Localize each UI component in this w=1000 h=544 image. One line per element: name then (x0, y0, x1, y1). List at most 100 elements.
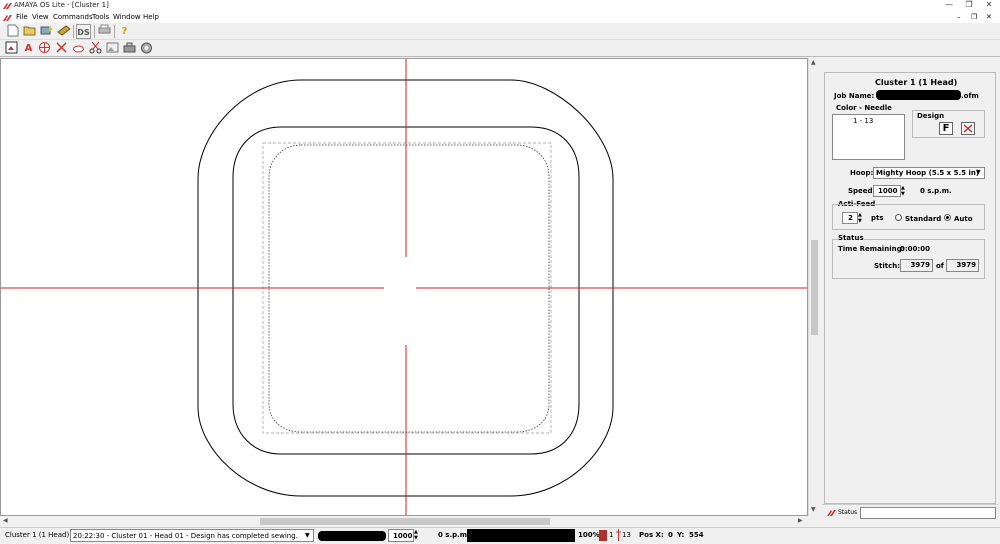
hoop-dropdown-icon[interactable]: ▼ (976, 169, 981, 176)
head-status-icon[interactable] (139, 41, 154, 56)
hoop-select[interactable]: Mighty Hoop (5.5 x 5.5 in) ▼ (873, 167, 985, 179)
actifeed-unit: pts (871, 214, 884, 222)
doc-restore-button[interactable]: ❐ (971, 13, 977, 21)
stitch-label: Stitch: (874, 262, 901, 270)
menu-help[interactable]: Help (143, 13, 159, 21)
status-bar: Cluster 1 (1 Head) 20:22:30 - Cluster 01… (0, 527, 1000, 544)
speed-unit: 0 s.p.m. (920, 187, 952, 195)
app-logo-icon (3, 2, 12, 10)
status-cluster: Cluster 1 (1 Head) (5, 531, 70, 539)
job-name-suffix: .ofm (961, 92, 979, 100)
horizontal-scroll-thumb[interactable] (260, 518, 550, 525)
stitch-total: 3979 (946, 259, 979, 272)
time-remaining-label: Time Remaining: (838, 245, 905, 253)
speed-spinner-icon[interactable]: ▲ ▼ (901, 185, 905, 197)
design-toolbar: A (0, 40, 1000, 57)
center-gap (384, 257, 416, 345)
actifeed-spinner-icon[interactable]: ▲ ▼ (858, 212, 862, 224)
doc-logo-icon (3, 14, 12, 22)
scroll-down-icon[interactable]: ▼ (811, 506, 816, 513)
scroll-right-icon[interactable]: ▶ (798, 517, 803, 524)
status-message-select[interactable]: 20:22:30 - Cluster 01 - Head 01 - Design… (70, 529, 314, 542)
needle-icon (616, 529, 621, 541)
progress-percent: 100% (578, 531, 600, 539)
minimize-button[interactable]: — (942, 0, 956, 10)
pos-x-value: 0 (668, 531, 673, 539)
stitch-current: 3979 (900, 259, 933, 272)
job-name-label: Job Name: (834, 92, 875, 100)
close-button[interactable]: ✕ (982, 0, 996, 10)
redacted-job-name (876, 90, 961, 100)
scroll-left-icon[interactable]: ◀ (3, 517, 8, 524)
toolbar-separator (94, 25, 95, 38)
status-speed-input[interactable]: 1000 (388, 529, 414, 542)
status-field (860, 507, 996, 519)
menu-file[interactable]: File (16, 13, 28, 21)
auto-label: Auto (954, 215, 973, 223)
status-tab-icon (827, 509, 836, 517)
menu-window[interactable]: Window (113, 13, 141, 21)
needle-total: 13 (622, 531, 631, 539)
toolbar-separator (73, 25, 74, 38)
thread-icon[interactable] (71, 41, 86, 56)
toolbar-separator (114, 25, 115, 38)
machine-icon[interactable] (122, 41, 137, 56)
standard-radio[interactable] (895, 214, 902, 221)
status-tab[interactable]: Status (838, 509, 857, 516)
send-design-icon[interactable] (56, 24, 71, 39)
actifeed-input[interactable]: 2 (842, 212, 858, 224)
delete-x-icon (963, 124, 973, 133)
menu-view[interactable]: View (32, 13, 49, 21)
hoop-value: Mighty Hoop (5.5 x 5.5 in) (876, 169, 980, 177)
hoop-label: Hoop: (850, 169, 874, 177)
menu-bar: File View Commands Tools Window Help – ❐… (0, 12, 1000, 23)
print-icon[interactable] (97, 24, 112, 39)
doc-minimize-button[interactable]: – (957, 13, 961, 21)
vertical-scrollbar[interactable]: ▲ ▼ (808, 58, 820, 516)
stitch-of-label: of (936, 262, 944, 270)
open-folder-icon[interactable] (22, 24, 37, 39)
cluster-panel: Cluster 1 (1 Head) Job Name: .ofm Color … (820, 58, 1000, 524)
restore-button[interactable]: ❐ (962, 0, 976, 10)
menu-commands[interactable]: Commands (53, 13, 93, 21)
design-f-button[interactable]: F (939, 122, 953, 135)
needle-color-swatch (599, 530, 607, 541)
pos-y-label: Y: (677, 531, 685, 539)
status-label: Status (838, 234, 864, 242)
message-dropdown-icon[interactable]: ▼ (305, 532, 310, 539)
trace-icon[interactable] (54, 41, 69, 56)
needle-target-icon[interactable] (37, 41, 52, 56)
help-button[interactable]: ? (117, 24, 132, 39)
image-icon[interactable] (105, 41, 120, 56)
speed-label: Speed: (848, 187, 876, 195)
window-title: AMAYA OS Lite - [Cluster 1] (14, 1, 109, 9)
design-group: Design F (912, 110, 985, 138)
text-tool-button[interactable]: A (21, 41, 36, 56)
ds-button[interactable]: DS (76, 24, 91, 39)
design-delete-button[interactable] (961, 122, 975, 135)
speed-input[interactable]: 1000 (873, 185, 901, 197)
current-needle: 1 (609, 531, 614, 539)
color-needle-item[interactable]: 1 - 13 (853, 117, 873, 125)
design-label: Design (917, 112, 945, 120)
new-file-icon[interactable] (5, 24, 20, 39)
menu-tools[interactable]: Tools (92, 13, 109, 21)
vertical-scroll-thumb[interactable] (811, 240, 818, 335)
main-toolbar: DS ? (0, 23, 1000, 40)
scroll-up-icon[interactable]: ▲ (811, 59, 816, 66)
auto-radio[interactable] (944, 214, 951, 221)
scissors-icon[interactable] (88, 41, 103, 56)
panel-heading: Cluster 1 (1 Head) (875, 78, 958, 87)
horizontal-scrollbar[interactable]: ◀ ▶ (0, 516, 808, 527)
progress-bar (467, 529, 575, 542)
load-design-icon[interactable] (39, 24, 54, 39)
status-speed-spinner-icon[interactable]: ▲ ▼ (414, 529, 418, 541)
doc-close-button[interactable]: ✕ (986, 13, 992, 21)
color-needle-list[interactable]: 1 - 13 (832, 114, 905, 160)
status-speed-unit: 0 s.p.m. (438, 531, 470, 539)
design-canvas[interactable] (0, 58, 808, 516)
pos-x-label: Pos X: (639, 531, 664, 539)
standard-label: Standard (905, 215, 942, 223)
hoop-view-icon[interactable] (4, 41, 19, 56)
redacted-job (318, 531, 386, 541)
